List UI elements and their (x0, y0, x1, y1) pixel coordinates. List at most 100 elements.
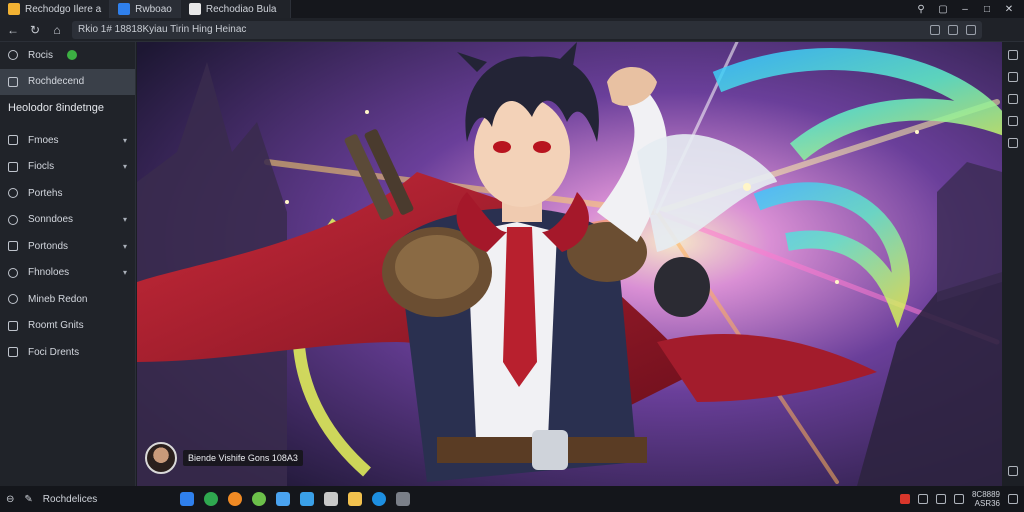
battery-icon[interactable] (953, 494, 964, 504)
sidebar-item-label: Portehs (28, 187, 63, 199)
taskbar-search-label[interactable]: Rochdelices (43, 494, 97, 505)
right-toolbar (1002, 42, 1024, 486)
sidebar-item[interactable]: Fmoes ▾ (0, 127, 135, 154)
tab-bar: Rechodgo Ilere a Rwboao Rechodiao Bula ⚲… (0, 0, 1024, 18)
tag-icon (8, 241, 18, 252)
list-icon (8, 347, 18, 358)
split-icon[interactable]: ▢ (938, 4, 948, 15)
image-app-icon (188, 3, 201, 15)
tool-icon[interactable] (1008, 116, 1018, 126)
tab-2[interactable]: Rechodiao Bula (180, 0, 291, 18)
sidebar-item-label: Sonndoes (28, 214, 74, 226)
anime-hero-illustration (137, 42, 1002, 486)
clock-date: ASR36 (974, 499, 1000, 508)
sidebar-item[interactable]: Fiocls ▾ (0, 154, 135, 181)
tab-1[interactable]: Rwboao (110, 0, 181, 18)
caption-text: Biende Vishife Gons 108A3 (183, 450, 303, 466)
sidebar-item[interactable]: Roomt Gnits (0, 313, 135, 340)
tab-0[interactable]: Rechodgo Ilere a (0, 0, 111, 18)
taskbar: ⊖ ✎ Rochdelices 8C8889 ASR36 (0, 486, 1024, 512)
sidebar: Rocis Rochdecend Heolodor 8indetnge Fmoe… (0, 42, 136, 486)
status-dot-icon (67, 50, 78, 61)
sidebar-item-top[interactable]: Rocis (0, 42, 135, 69)
sidebar-header: Heolodor 8indetnge (8, 102, 105, 114)
tab-label: Rechodiao Bula (205, 3, 277, 15)
address-bar: ← ↻ ⌂ Rkio 1# 18818Kyiau Tirin Hing Hein… (0, 18, 1024, 42)
firefox-icon[interactable] (228, 492, 242, 506)
window-controls: ⚲ ▢ – □ ✕ (916, 4, 1024, 15)
circle-icon (8, 188, 18, 199)
clock-icon (8, 267, 18, 278)
image-caption: Biende Vishife Gons 108A3 (145, 440, 303, 476)
clock-time: 8C8889 (971, 490, 1000, 499)
store-icon[interactable] (276, 492, 290, 506)
search-icon (8, 214, 18, 225)
notes-app-icon[interactable] (348, 492, 362, 506)
taskbar-left: ⊖ ✎ Rochdelices (6, 494, 97, 505)
sidebar-item[interactable]: Sonndoes ▾ (0, 207, 135, 234)
sidebar-item-label: Fmoes (28, 134, 59, 146)
url-text: Rkio 1# 18818Kyiau Tirin Hing Heinac (78, 24, 247, 35)
pen-icon[interactable]: ✎ (24, 494, 32, 505)
ae-icon (118, 3, 131, 15)
file-icon (8, 161, 18, 172)
home-icon[interactable]: ⌂ (50, 23, 64, 37)
back-circle-icon (8, 50, 18, 61)
network-icon[interactable] (917, 494, 928, 504)
chevron-down-icon: ▾ (122, 215, 127, 225)
sidebar-item[interactable]: Portonds ▾ (0, 233, 135, 260)
tray-app-icon[interactable] (899, 494, 910, 504)
start-icon[interactable]: ⊖ (6, 494, 14, 505)
sidebar-item-label: Fiocls (28, 161, 55, 173)
refresh-icon[interactable]: ↻ (28, 23, 42, 37)
spotify-icon[interactable] (252, 492, 266, 506)
chevron-down-icon: ▾ (122, 135, 127, 145)
panel-icon[interactable] (1008, 50, 1018, 60)
tab-label: Rechodgo Ilere a (25, 3, 102, 15)
sidebar-item-label: Rocis (28, 49, 54, 61)
shield-app-icon[interactable] (396, 492, 410, 506)
sidebar-item[interactable]: Foci Drents (0, 339, 135, 366)
globe-icon (8, 294, 18, 305)
copy-icon[interactable] (948, 24, 958, 35)
minimize-icon[interactable]: – (960, 4, 970, 15)
screen-icon[interactable] (930, 24, 940, 35)
menu-icon[interactable] (966, 24, 976, 35)
url-actions (930, 24, 976, 35)
notification-icon[interactable] (1008, 494, 1018, 504)
grid-icon[interactable] (1008, 72, 1018, 82)
box-icon (8, 320, 18, 331)
add-icon[interactable] (1008, 466, 1018, 476)
image-icon[interactable] (1008, 94, 1018, 104)
sidebar-item-active[interactable]: Rochdecend (0, 68, 135, 95)
sidebar-item[interactable]: Fhnoloes ▾ (0, 260, 135, 287)
chevron-down-icon: ▾ (122, 268, 127, 278)
sidebar-item-label: Portonds (28, 240, 69, 252)
volume-icon[interactable] (935, 494, 946, 504)
url-field[interactable]: Rkio 1# 18818Kyiau Tirin Hing Heinac (72, 20, 982, 39)
chevron-down-icon: ▾ (122, 241, 127, 251)
sidebar-item-label: Rochdecend (28, 76, 85, 88)
clock[interactable]: 8C8889 ASR36 (972, 490, 1000, 508)
green-app-icon[interactable] (204, 492, 218, 506)
square-icon (8, 135, 18, 146)
bookmark-icon (8, 76, 18, 87)
taskbar-apps (180, 492, 410, 506)
app-icon (8, 3, 20, 15)
avatar[interactable] (145, 442, 177, 474)
sidebar-item[interactable]: Mineb Redon (0, 286, 135, 313)
tab-label: Rwboao (135, 3, 172, 15)
bird-app-icon[interactable] (300, 492, 314, 506)
system-tray: 8C8889 ASR36 (899, 490, 1018, 508)
maximize-icon[interactable]: □ (982, 4, 992, 15)
sidebar-item-label: Fhnoloes (28, 267, 70, 279)
back-icon[interactable]: ← (6, 23, 20, 37)
doc-app-icon[interactable] (324, 492, 338, 506)
sidebar-item[interactable]: Portehs (0, 180, 135, 207)
chat-app-icon[interactable] (372, 492, 386, 506)
layers-icon[interactable] (1008, 138, 1018, 148)
sidebar-item-label: Foci Drents (28, 346, 80, 358)
pin-icon[interactable]: ⚲ (916, 4, 926, 15)
close-icon[interactable]: ✕ (1004, 4, 1014, 15)
folder-app-icon[interactable] (180, 492, 194, 506)
